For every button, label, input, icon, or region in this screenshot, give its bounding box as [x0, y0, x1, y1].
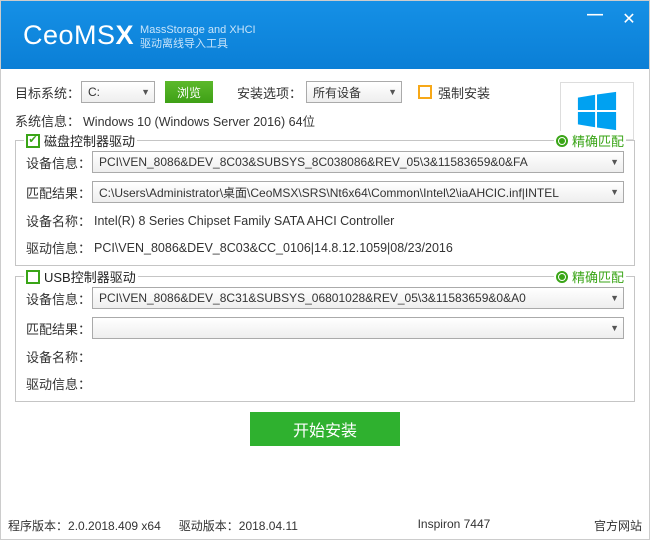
status-bar: 程序版本：2.0.2018.409 x64 驱动版本：2018.04.11 In… — [0, 517, 650, 534]
disk-controller-group: 磁盘控制器驱动 精确匹配 设备信息： PCI\VEN_8086&DEV_8C03… — [15, 140, 635, 266]
usb-match-select[interactable]: ▼ — [92, 317, 624, 339]
sysinfo-value: Windows 10 (Windows Server 2016) 64位 — [81, 111, 315, 130]
sysinfo-row: 系统信息： Windows 10 (Windows Server 2016) 6… — [15, 111, 635, 130]
browse-button[interactable]: 浏览 — [165, 81, 213, 103]
force-install-label: 强制安装 — [438, 83, 490, 102]
match-result-label: 匹配结果： — [26, 183, 92, 202]
disk-match-value: C:\Users\Administrator\桌面\CeoMSX\SRS\Nt6… — [99, 184, 559, 201]
minimize-button[interactable]: — — [585, 5, 605, 25]
program-version: 程序版本：2.0.2018.409 x64 — [8, 517, 161, 534]
disk-driver-info: PCI\VEN_8086&DEV_8C03&CC_0106|14.8.12.10… — [92, 241, 453, 255]
device-name-label: 设备名称： — [26, 211, 92, 230]
device-name-label: 设备名称： — [26, 347, 92, 366]
usb-match-label: 精确匹配 — [572, 267, 624, 286]
chevron-down-icon: ▼ — [141, 87, 150, 97]
sysinfo-label: 系统信息： — [15, 111, 81, 130]
driver-version: 驱动版本：2018.04.11 — [179, 517, 298, 534]
logo-accent: X — [116, 20, 135, 50]
install-option-value: 所有设备 — [313, 84, 361, 101]
driver-info-label: 驱动信息： — [26, 374, 92, 393]
usb-device-value: PCI\VEN_8086&DEV_8C31&SUBSYS_06801028&RE… — [99, 291, 526, 305]
device-info-label: 设备信息： — [26, 289, 92, 308]
usb-group-title: USB控制器驱动 — [24, 267, 138, 286]
match-result-label: 匹配结果： — [26, 319, 92, 338]
logo-sub-en: MassStorage and XHCI — [140, 23, 256, 37]
install-option-select[interactable]: 所有设备 ▼ — [306, 81, 402, 103]
close-button[interactable]: ✕ — [619, 9, 639, 29]
disk-device-name: Intel(R) 8 Series Chipset Family SATA AH… — [92, 214, 394, 228]
disk-match-badge[interactable]: 精确匹配 — [554, 131, 626, 150]
drive-value: C: — [88, 85, 100, 99]
app-logo: CeoMSX — [23, 20, 134, 51]
radio-icon — [556, 271, 568, 283]
chevron-down-icon: ▼ — [610, 157, 619, 167]
chevron-down-icon: ▼ — [610, 293, 619, 303]
disk-device-select[interactable]: PCI\VEN_8086&DEV_8C03&SUBSYS_8C038086&RE… — [92, 151, 624, 173]
disk-group-label: 磁盘控制器驱动 — [44, 131, 135, 150]
target-row: 目标系统： C: ▼ 浏览 安装选项： 所有设备 ▼ 强制安装 — [15, 81, 635, 103]
usb-group-label: USB控制器驱动 — [44, 267, 136, 286]
disk-group-checkbox[interactable] — [26, 134, 40, 148]
windows-icon — [576, 90, 618, 132]
logo-sub-cn: 驱动离线导入工具 — [140, 37, 256, 51]
disk-match-select[interactable]: C:\Users\Administrator\桌面\CeoMSX\SRS\Nt6… — [92, 181, 624, 203]
disk-device-value: PCI\VEN_8086&DEV_8C03&SUBSYS_8C038086&RE… — [99, 155, 528, 169]
model-name: Inspiron 7447 — [418, 517, 491, 534]
radio-icon — [556, 135, 568, 147]
chevron-down-icon: ▼ — [610, 323, 619, 333]
official-site-link[interactable]: 官方网站 — [594, 517, 642, 534]
chevron-down-icon: ▼ — [388, 87, 397, 97]
usb-group-checkbox[interactable] — [26, 270, 40, 284]
drive-select[interactable]: C: ▼ — [81, 81, 155, 103]
driver-info-label: 驱动信息： — [26, 238, 92, 257]
install-option-label: 安装选项： — [237, 83, 302, 102]
usb-device-select[interactable]: PCI\VEN_8086&DEV_8C31&SUBSYS_06801028&RE… — [92, 287, 624, 309]
logo-subtitle: MassStorage and XHCI 驱动离线导入工具 — [140, 23, 256, 52]
start-install-button[interactable]: 开始安装 — [250, 412, 400, 446]
disk-group-title: 磁盘控制器驱动 — [24, 131, 137, 150]
device-info-label: 设备信息： — [26, 153, 92, 172]
usb-match-badge[interactable]: 精确匹配 — [554, 267, 626, 286]
chevron-down-icon: ▼ — [610, 187, 619, 197]
usb-controller-group: USB控制器驱动 精确匹配 设备信息： PCI\VEN_8086&DEV_8C3… — [15, 276, 635, 402]
target-label: 目标系统： — [15, 83, 81, 102]
disk-match-label: 精确匹配 — [572, 131, 624, 150]
force-install-checkbox[interactable] — [418, 85, 432, 99]
logo-main: CeoMS — [23, 20, 116, 50]
title-bar: CeoMSX MassStorage and XHCI 驱动离线导入工具 — ✕ — [1, 1, 649, 69]
